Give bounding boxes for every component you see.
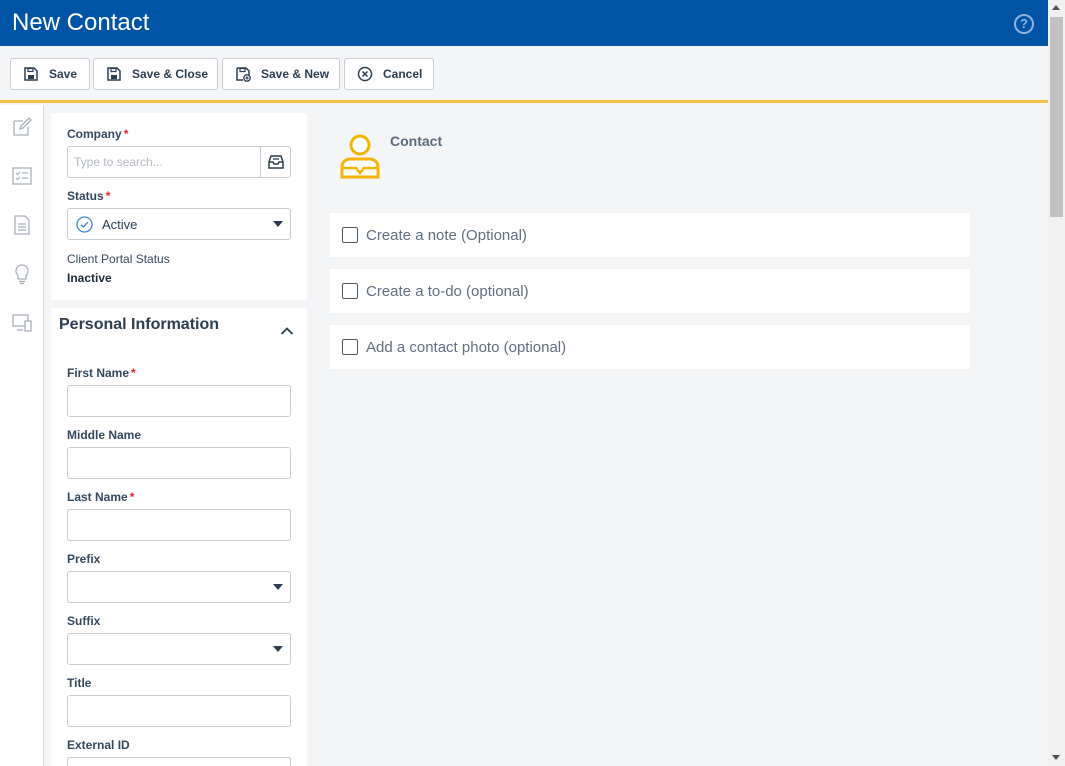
toolbar: Save Save & Close Save & New Cancel [0, 46, 1048, 103]
inbox-icon [267, 155, 284, 169]
create-todo-option[interactable]: Create a to-do (optional) [330, 269, 970, 313]
edit-icon[interactable] [11, 116, 33, 138]
first-name-label: First Name * [67, 366, 136, 380]
chevron-down-icon [273, 646, 283, 652]
personal-info-card: Personal Information First Name * Middle … [51, 308, 307, 766]
checklist-icon[interactable] [11, 165, 33, 187]
add-photo-checkbox[interactable] [342, 339, 358, 355]
external-id-label: External ID [67, 738, 130, 752]
suffix-select[interactable] [67, 633, 291, 665]
create-note-label: Create a note (Optional) [366, 226, 527, 244]
create-todo-label: Create a to-do (optional) [366, 282, 529, 300]
save-close-label: Save & Close [132, 67, 209, 81]
first-name-input[interactable] [67, 385, 291, 417]
cancel-label: Cancel [383, 67, 423, 81]
close-circle-icon [357, 66, 373, 82]
lightbulb-icon[interactable] [11, 263, 33, 285]
portal-status-value: Inactive [67, 271, 112, 285]
save-new-label: Save & New [261, 67, 330, 81]
check-circle-icon [76, 216, 93, 233]
title-bar: New Contact ? [0, 0, 1048, 46]
save-icon [107, 67, 121, 81]
chevron-down-icon [273, 221, 283, 227]
scroll-up-arrow[interactable] [1052, 5, 1060, 10]
create-todo-checkbox[interactable] [342, 283, 358, 299]
portal-status-label: Client Portal Status [67, 252, 170, 266]
save-label: Save [49, 67, 78, 81]
help-icon[interactable]: ? [1014, 14, 1034, 34]
contact-person-icon [340, 134, 380, 179]
save-close-button[interactable]: Save & Close [93, 58, 218, 90]
save-button[interactable]: Save [10, 58, 90, 90]
save-new-icon [236, 67, 251, 82]
chevron-up-icon[interactable] [280, 326, 294, 336]
external-id-input[interactable] [67, 757, 291, 766]
chevron-down-icon [273, 584, 283, 590]
scroll-down-arrow[interactable] [1052, 755, 1060, 760]
section-title: Personal Information [59, 316, 220, 333]
title-label: Title [67, 676, 92, 690]
save-new-button[interactable]: Save & New [222, 58, 340, 90]
status-value: Active [102, 217, 138, 232]
cancel-button[interactable]: Cancel [344, 58, 434, 90]
create-note-checkbox[interactable] [342, 227, 358, 243]
prefix-select[interactable] [67, 571, 291, 603]
last-name-label: Last Name * [67, 490, 135, 504]
company-card: Company* Status* Active Client Portal St… [51, 113, 307, 300]
contact-heading: Contact [390, 133, 443, 149]
suffix-label: Suffix [67, 614, 101, 628]
company-search-input[interactable] [67, 146, 260, 178]
middle-name-input[interactable] [67, 447, 291, 479]
create-note-option[interactable]: Create a note (Optional) [330, 213, 970, 257]
prefix-label: Prefix [67, 552, 101, 566]
title-input[interactable] [67, 695, 291, 727]
devices-icon[interactable] [11, 312, 33, 334]
middle-name-label: Middle Name [67, 428, 142, 442]
vertical-scrollbar[interactable] [1048, 0, 1065, 766]
section-rail [0, 105, 44, 766]
last-name-input[interactable] [67, 509, 291, 541]
document-icon[interactable] [11, 214, 33, 236]
save-icon [24, 67, 38, 81]
company-label: Company * [67, 127, 129, 141]
add-photo-label: Add a contact photo (optional) [366, 338, 567, 356]
status-select[interactable]: Active [67, 208, 291, 240]
page-title: New Contact [12, 9, 150, 36]
add-photo-option[interactable]: Add a contact photo (optional) [330, 325, 970, 369]
company-lookup-button[interactable] [260, 146, 291, 178]
status-label: Status * [67, 189, 111, 203]
scrollbar-thumb[interactable] [1050, 17, 1063, 217]
